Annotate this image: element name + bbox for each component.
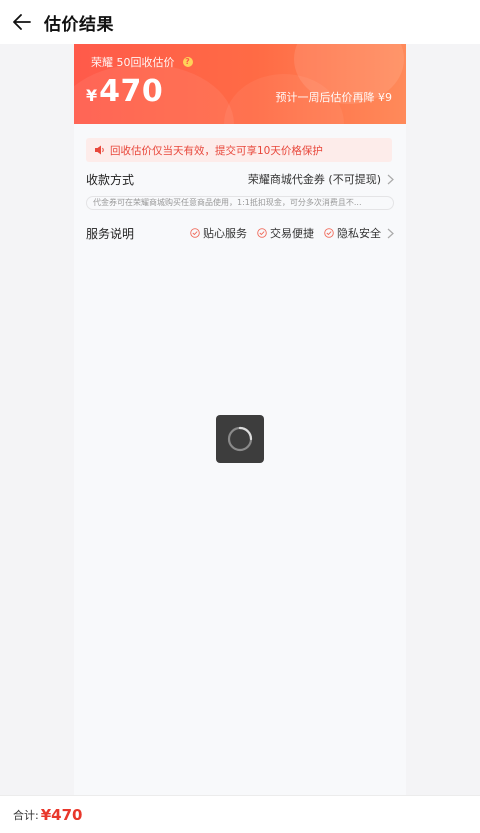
payment-method-value: 荣耀商城代金券 (不可提现) bbox=[247, 173, 381, 186]
estimate-price-value: 470 bbox=[99, 74, 164, 109]
page-title: 估价结果 bbox=[44, 14, 114, 35]
service-item-label: 隐私安全 bbox=[337, 227, 381, 240]
chevron-right-icon bbox=[387, 174, 394, 184]
total-price: ¥470 bbox=[40, 805, 83, 824]
payment-method-row[interactable]: 收款方式 荣耀商城代金券 (不可提现) bbox=[86, 166, 394, 192]
service-item-label: 贴心服务 bbox=[203, 227, 247, 240]
payment-hint: 代金券可在荣耀商城购买任意商品使用，1:1抵扣现金，可分多次消费且不... bbox=[86, 196, 394, 210]
estimate-label-text: 荣耀 50回收估价 bbox=[91, 56, 175, 69]
back-button[interactable] bbox=[0, 0, 44, 44]
service-row[interactable]: 服务说明 贴心服务 交易便捷 隐私安全 bbox=[86, 220, 394, 246]
payment-method-label: 收款方式 bbox=[86, 172, 135, 187]
service-item-label: 交易便捷 bbox=[270, 227, 314, 240]
validity-notice: 回收估价仅当天有效，提交可享10天价格保护 bbox=[86, 138, 392, 162]
arrow-left-icon bbox=[13, 14, 31, 30]
check-circle-icon bbox=[257, 228, 267, 238]
service-item: 交易便捷 bbox=[257, 225, 314, 241]
chevron-right-icon bbox=[387, 228, 394, 238]
currency-symbol: ¥ bbox=[86, 86, 98, 105]
estimate-label: 荣耀 50回收估价 ? bbox=[91, 54, 193, 70]
header-bar: 估价结果 bbox=[0, 0, 480, 44]
speaker-icon bbox=[95, 145, 104, 155]
estimate-price: ¥ 470 bbox=[86, 74, 163, 109]
spinner-icon bbox=[227, 426, 253, 452]
validity-notice-text: 回收估价仅当天有效，提交可享10天价格保护 bbox=[110, 144, 323, 157]
service-label: 服务说明 bbox=[86, 226, 135, 241]
footer-bar: 合计: ¥470 bbox=[0, 795, 480, 833]
estimate-banner: 荣耀 50回收估价 ? ¥ 470 预计一周后估价再降 ¥9 bbox=[74, 44, 406, 124]
question-icon[interactable]: ? bbox=[182, 57, 193, 67]
price-drop-note: 预计一周后估价再降 ¥9 bbox=[275, 91, 393, 104]
check-circle-icon bbox=[190, 228, 200, 238]
service-item: 贴心服务 bbox=[190, 225, 247, 241]
check-circle-icon bbox=[324, 228, 334, 238]
loading-indicator bbox=[216, 415, 264, 463]
service-item: 隐私安全 bbox=[324, 225, 381, 241]
total-label: 合计: bbox=[13, 808, 39, 822]
